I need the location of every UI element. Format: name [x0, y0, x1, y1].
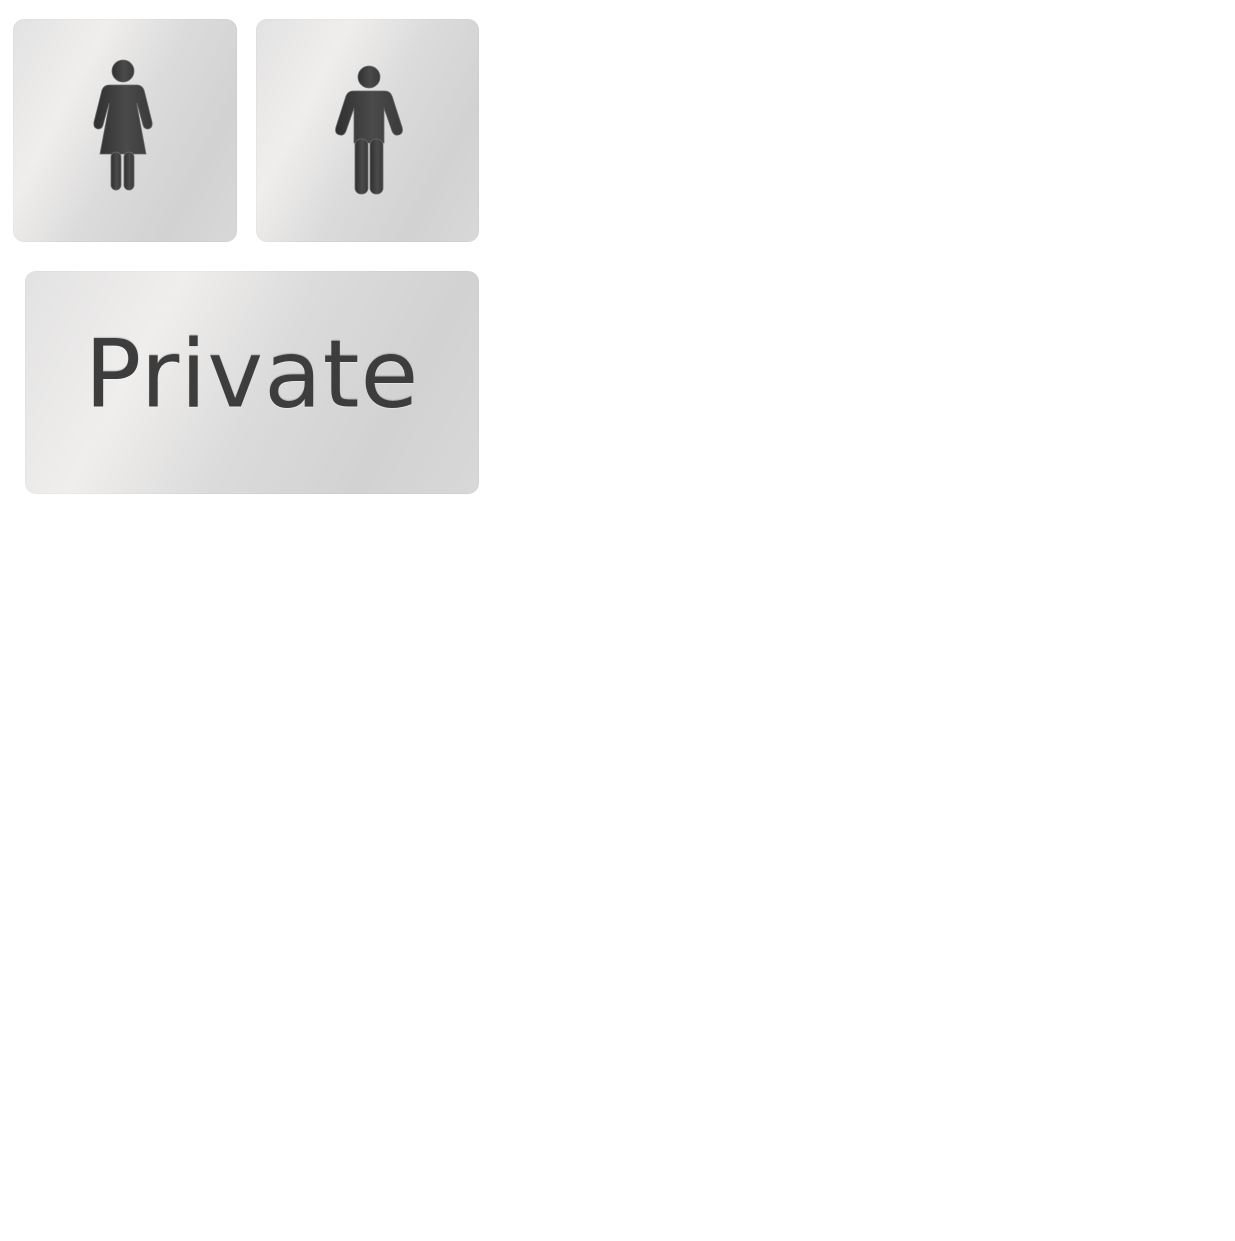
- female-figure-icon: [93, 59, 153, 191]
- private-sign-label: Private: [84, 320, 420, 429]
- male-figure-icon: [335, 65, 403, 195]
- private-sign: Private: [25, 271, 479, 494]
- female-restroom-sign: [13, 19, 237, 242]
- male-restroom-sign: [256, 19, 479, 242]
